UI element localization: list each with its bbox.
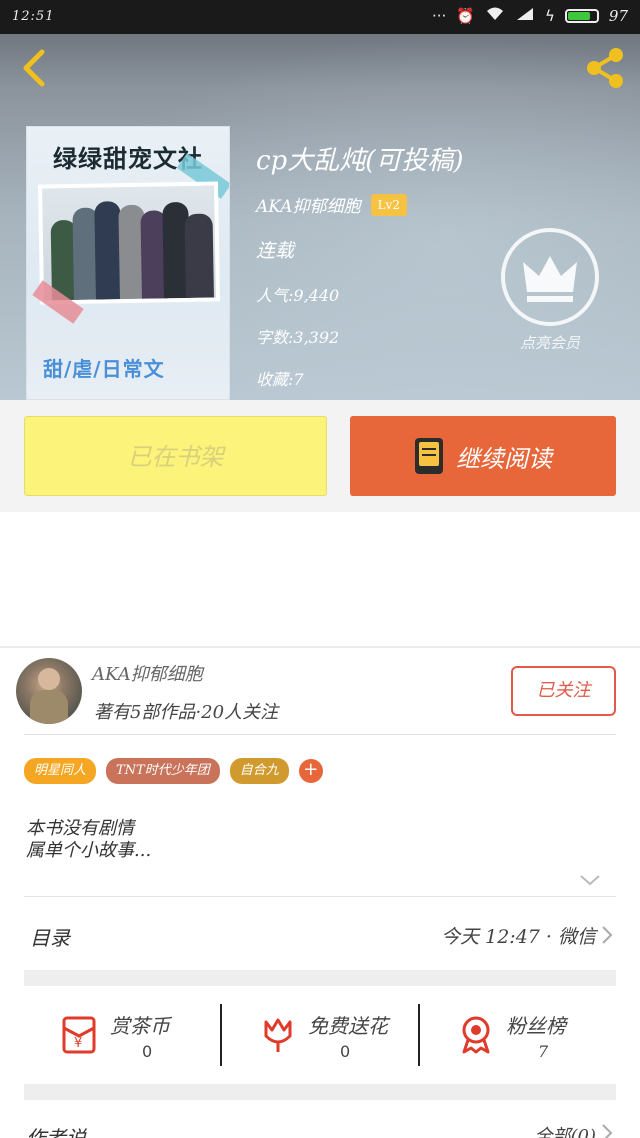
divider <box>24 896 616 897</box>
flower-icon <box>264 1018 292 1052</box>
book-favorites: 收藏:7 <box>256 370 304 389</box>
vip-button[interactable]: 点亮会员 <box>500 228 600 358</box>
tag-list: 明星同人 TNT时代少年团 自合九 + <box>24 758 323 784</box>
synopsis: 本书没有剧情 属单个小故事... <box>26 818 151 862</box>
toc-label: 目录 <box>30 926 70 950</box>
alarm-icon: ⏰ <box>456 7 475 25</box>
author-card[interactable]: AKA抑郁细胞 著有5部作品·20人关注 已关注 <box>0 648 640 734</box>
tag-chip[interactable]: 明星同人 <box>24 758 97 784</box>
crown-icon <box>501 228 599 326</box>
wifi-icon <box>485 6 505 26</box>
synopsis-line: 本书没有剧情 <box>26 818 134 839</box>
book-author[interactable]: AKA抑郁细胞 <box>256 192 361 217</box>
book-word-count: 字数:3,392 <box>256 328 340 347</box>
fans-value: 7 <box>538 1042 549 1061</box>
battery-icon <box>564 9 599 23</box>
chevron-right-icon <box>602 926 613 944</box>
status-bar: 12:51 ··· ⏰ ϟ 97 <box>0 0 640 34</box>
book-author-line[interactable]: AKA抑郁细胞 Lv2 <box>256 192 407 217</box>
fan-ranking-button[interactable]: 粉丝榜 7 <box>420 986 617 1084</box>
follow-button[interactable]: 已关注 <box>511 666 616 716</box>
tag-chip[interactable]: TNT时代少年团 <box>106 758 220 784</box>
synopsis-line: 属单个小故事... <box>26 840 152 861</box>
avatar[interactable] <box>16 658 82 724</box>
section-band <box>24 1084 616 1100</box>
share-button[interactable] <box>582 44 628 90</box>
tag-chip[interactable]: 自合九 <box>229 758 289 784</box>
status-icons: ··· ⏰ ϟ 97 <box>432 6 628 26</box>
section-band <box>24 970 616 986</box>
flower-label: 免费送花 <box>308 1014 388 1038</box>
charging-icon: ϟ <box>545 7 555 25</box>
fans-label: 粉丝榜 <box>506 1014 566 1038</box>
svg-text:¥: ¥ <box>74 1036 82 1051</box>
action-bar: 已在书架 继续阅读 <box>0 400 640 512</box>
signal-icon <box>515 6 535 26</box>
divider <box>24 734 616 735</box>
red-envelope-icon: ¥ <box>62 1016 96 1054</box>
more-icon: ··· <box>432 7 447 25</box>
author-notes-label: 作者说 <box>26 1126 86 1138</box>
continue-reading-button[interactable]: 继续阅读 <box>350 416 616 496</box>
book-cover[interactable]: 绿绿甜宠文社 甜/虐/日常文 <box>26 126 230 400</box>
author-stats: 著有5部作品·20人关注 <box>94 702 279 723</box>
book-title: cp大乱炖(可投稿) <box>256 146 464 176</box>
share-icon <box>587 48 623 88</box>
cover-subtitle: 甜/虐/日常文 <box>43 357 165 381</box>
in-shelf-button[interactable]: 已在书架 <box>24 416 327 496</box>
book-icon <box>414 437 444 475</box>
book-status: 连载 <box>256 240 295 262</box>
chevron-down-icon[interactable] <box>578 872 602 888</box>
table-of-contents-row[interactable]: 目录 今天 12:47 · 微信 <box>0 898 640 970</box>
continue-reading-label: 继续阅读 <box>456 444 552 473</box>
chevron-left-icon <box>23 49 45 87</box>
book-header: 12:51 ··· ⏰ ϟ 97 绿绿甜宠文社 甜/虐/日常文 cp大乱炖(可投… <box>0 0 640 400</box>
vip-label: 点亮会员 <box>519 334 580 352</box>
chevron-right-icon <box>602 1124 613 1138</box>
reward-label: 赏茶币 <box>110 1014 170 1038</box>
flower-value: 0 <box>340 1042 351 1061</box>
author-notes-row[interactable]: 作者说 全部(0) <box>0 1100 640 1138</box>
author-name[interactable]: AKA抑郁细胞 <box>92 660 203 686</box>
level-badge: Lv2 <box>370 193 407 216</box>
reward-coin-button[interactable]: ¥ 赏茶币 0 <box>24 986 221 1084</box>
reward-value: 0 <box>142 1042 153 1061</box>
toc-last-update: 今天 12:47 · 微信 <box>441 926 596 948</box>
book-popularity: 人气:9,440 <box>256 286 340 305</box>
medal-icon <box>462 1016 490 1054</box>
all-comments-link[interactable]: 全部(0) <box>535 1122 597 1138</box>
send-flower-button[interactable]: 免费送花 0 <box>222 986 419 1084</box>
stats-row: ¥ 赏茶币 0 免费送花 0 粉丝榜 7 <box>24 986 616 1084</box>
battery-level: 97 <box>608 7 628 25</box>
back-button[interactable] <box>12 44 58 90</box>
cover-photo <box>37 181 221 305</box>
status-time: 12:51 <box>12 9 55 24</box>
add-tag-button[interactable]: + <box>298 759 323 783</box>
